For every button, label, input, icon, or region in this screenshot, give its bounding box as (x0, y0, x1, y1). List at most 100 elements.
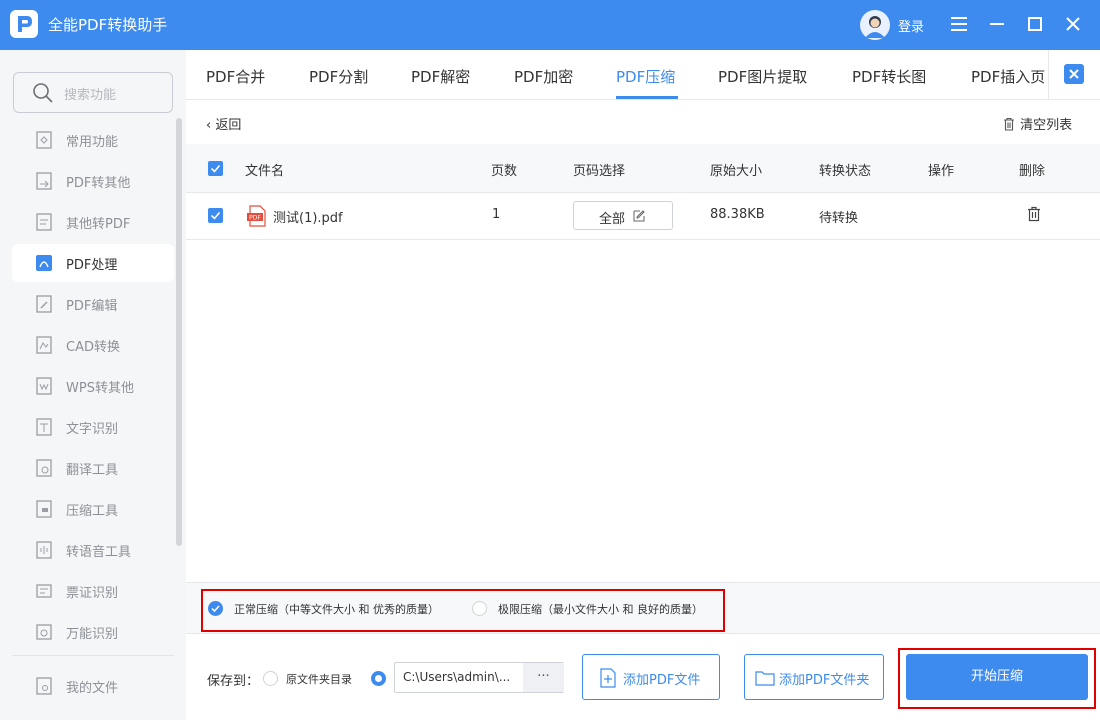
page-select-label: 全部 (599, 212, 626, 227)
browse-path-button[interactable]: ··· (523, 663, 564, 692)
row-size: 88.38KB (710, 207, 765, 222)
tab-pdf-insert-page[interactable]: PDF插入页 (971, 66, 1045, 87)
page-select-button[interactable]: 全部 (573, 201, 673, 230)
sidebar: 搜索功能 常用功能 PDF转其他 其他转PDF PDF处理 PDF编辑 CAD转… (0, 50, 186, 720)
save-to-label: 保存到： (207, 674, 260, 689)
tab-pdf-encrypt[interactable]: PDF加密 (514, 66, 573, 87)
app-title: 全能PDF转换助手 (48, 16, 168, 34)
tab-pdf-split[interactable]: PDF分割 (309, 66, 368, 87)
search-icon (33, 83, 53, 103)
ticket-icon (36, 584, 52, 598)
pdf-file-icon: PDF (247, 205, 266, 227)
sidebar-item-translate[interactable]: 翻译工具 (12, 449, 174, 487)
voice-icon (36, 541, 52, 559)
extreme-compress-radio[interactable] (472, 601, 487, 616)
row-checkbox[interactable] (208, 208, 223, 223)
sidebar-item-scan[interactable]: 万能识别 (12, 613, 174, 651)
add-file-icon (600, 668, 616, 688)
clear-list-button[interactable]: 清空列表 (1002, 114, 1072, 133)
sidebar-item-my-files[interactable]: 我的文件 (12, 667, 174, 705)
title-bar: 全能PDF转换助手 登录 (0, 0, 1100, 50)
row-pages: 1 (492, 207, 501, 222)
back-button[interactable]: ‹ 返回 (206, 114, 241, 133)
sidebar-item-voice[interactable]: 转语音工具 (12, 531, 174, 569)
back-label: 返回 (215, 118, 242, 133)
sidebar-item-label: 常用功能 (66, 135, 119, 150)
close-icon[interactable] (1061, 12, 1085, 36)
pdf-edit-icon (36, 295, 52, 313)
wps-icon (36, 377, 52, 395)
sidebar-item-label: 翻译工具 (66, 463, 119, 478)
maximize-icon[interactable] (1023, 12, 1047, 36)
my-files-icon (36, 677, 52, 695)
sidebar-item-label: PDF编辑 (66, 299, 118, 314)
sidebar-item-label: 票证识别 (66, 586, 119, 601)
star-doc-icon (36, 131, 52, 149)
scan-icon (36, 624, 52, 640)
sidebar-item-ticket[interactable]: 票证识别 (12, 572, 174, 610)
sidebar-item-common[interactable]: 常用功能 (12, 121, 174, 159)
sidebar-item-label: PDF转其他 (66, 176, 131, 191)
normal-compress-title: 正常压缩 (234, 603, 278, 616)
add-pdf-folder-button[interactable]: 添加PDF文件夹 (744, 654, 884, 700)
normal-compress-desc: （中等文件大小 和 优秀的质量） (278, 603, 439, 616)
zip-icon (36, 500, 52, 518)
original-dir-radio[interactable] (263, 671, 278, 686)
add-pdf-file-label: 添加PDF文件 (623, 673, 701, 688)
row-status: 待转换 (819, 211, 859, 226)
select-all-checkbox[interactable] (208, 161, 223, 176)
output-path-field[interactable]: C:\Users\admin\... ··· (394, 662, 564, 693)
pdf-convert-icon (36, 172, 52, 190)
svg-text:PDF: PDF (249, 215, 261, 222)
sidebar-item-compress[interactable]: 压缩工具 (12, 490, 174, 528)
sidebar-scrollbar[interactable] (176, 118, 182, 546)
sidebar-item-ocr[interactable]: 文字识别 (12, 408, 174, 446)
trash-icon (1004, 117, 1014, 131)
search-placeholder: 搜索功能 (64, 88, 117, 103)
tab-bar: PDF合并 PDF分割 PDF解密 PDF加密 PDF压缩 PDF图片提取 PD… (186, 50, 1100, 100)
close-panel-icon[interactable] (1064, 64, 1084, 84)
sidebar-item-label: 文字识别 (66, 422, 119, 437)
to-pdf-icon (36, 213, 52, 231)
add-pdf-file-button[interactable]: 添加PDF文件 (582, 654, 720, 700)
table-header: 文件名 页数 页码选择 原始大小 转换状态 操作 删除 (186, 144, 1100, 193)
sidebar-item-other-to-pdf[interactable]: 其他转PDF (12, 203, 174, 241)
active-tab-indicator (616, 96, 678, 99)
translate-icon (36, 459, 52, 477)
tab-pdf-image-extract[interactable]: PDF图片提取 (718, 66, 807, 87)
minimize-icon[interactable] (985, 12, 1009, 36)
add-pdf-folder-label: 添加PDF文件夹 (779, 673, 870, 688)
tab-pdf-compress[interactable]: PDF压缩 (616, 66, 675, 87)
cad-icon (36, 336, 52, 354)
menu-icon[interactable] (947, 12, 971, 36)
sidebar-item-label: WPS转其他 (66, 381, 134, 396)
col-pages: 页数 (491, 164, 518, 179)
col-size: 原始大小 (710, 164, 763, 179)
extreme-compress-title: 极限压缩 (498, 603, 542, 616)
sidebar-item-wps[interactable]: WPS转其他 (12, 367, 174, 405)
sidebar-item-label: 万能识别 (66, 627, 119, 642)
col-filename: 文件名 (245, 164, 285, 179)
sidebar-item-label: 压缩工具 (66, 504, 119, 519)
normal-compress-radio[interactable] (208, 601, 223, 616)
start-compress-button[interactable]: 开始压缩 (906, 654, 1088, 700)
sidebar-item-pdf-to-other[interactable]: PDF转其他 (12, 162, 174, 200)
sidebar-item-label: PDF处理 (66, 258, 118, 273)
sidebar-item-cad[interactable]: CAD转换 (12, 326, 174, 364)
custom-path-radio[interactable] (371, 671, 386, 686)
delete-icon[interactable] (1026, 206, 1042, 222)
avatar-icon[interactable] (860, 10, 890, 40)
sidebar-item-pdf-edit[interactable]: PDF编辑 (12, 285, 174, 323)
sidebar-item-pdf-process[interactable]: PDF处理 (12, 244, 174, 282)
sidebar-item-label: 转语音工具 (66, 545, 132, 560)
tab-pdf-long-image[interactable]: PDF转长图 (852, 66, 926, 87)
search-input[interactable]: 搜索功能 (13, 72, 173, 113)
tab-pdf-decrypt[interactable]: PDF解密 (411, 66, 470, 87)
login-button[interactable]: 登录 (898, 16, 924, 35)
table-row: PDF 测试(1).pdf 1 全部 88.38KB 待转换 (186, 193, 1100, 240)
normal-compress-label[interactable]: 正常压缩（中等文件大小 和 优秀的质量） (234, 601, 439, 617)
tab-pdf-merge[interactable]: PDF合并 (206, 66, 265, 87)
extreme-compress-label[interactable]: 极限压缩（最小文件大小 和 良好的质量） (498, 601, 703, 617)
col-status: 转换状态 (819, 164, 872, 179)
chevron-left-icon: ‹ (206, 118, 212, 133)
